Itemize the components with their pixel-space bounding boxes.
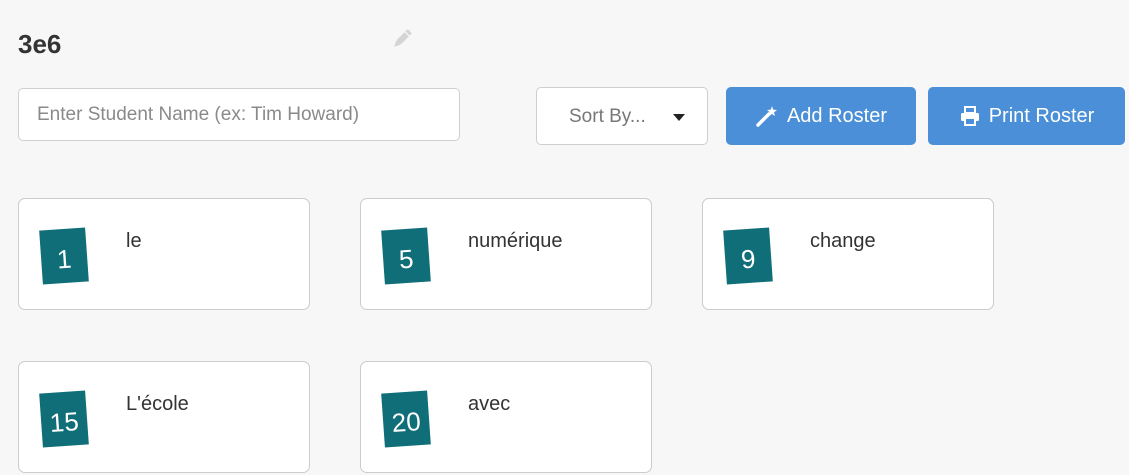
student-card[interactable]: 20 avec xyxy=(360,361,652,473)
magic-wand-icon xyxy=(755,105,779,127)
add-roster-label: Add Roster xyxy=(786,104,888,127)
student-number-badge: 9 xyxy=(723,227,773,285)
student-name: L'école xyxy=(126,393,189,415)
student-name: avec xyxy=(468,393,511,415)
student-card[interactable]: 1 le xyxy=(18,198,310,310)
sort-by-select[interactable]: Sort By... xyxy=(536,87,708,145)
sort-by-label: Sort By... xyxy=(569,106,646,127)
student-number-badge: 15 xyxy=(39,390,89,448)
roster-title: 3e6 xyxy=(18,29,62,59)
print-roster-label: Print Roster xyxy=(988,104,1095,127)
student-number-badge: 1 xyxy=(39,227,89,285)
pencil-icon[interactable] xyxy=(390,27,414,51)
student-name: change xyxy=(810,230,876,252)
student-name: numérique xyxy=(468,230,563,252)
student-number-badge: 5 xyxy=(381,227,431,285)
student-name: le xyxy=(126,230,142,252)
student-card[interactable]: 5 numérique xyxy=(360,198,652,310)
caret-down-icon xyxy=(673,114,685,121)
student-card[interactable]: 15 L'école xyxy=(18,361,310,473)
add-roster-button[interactable]: Add Roster xyxy=(726,87,916,145)
print-roster-button[interactable]: Print Roster xyxy=(928,87,1125,145)
student-card[interactable]: 9 change xyxy=(702,198,994,310)
printer-icon xyxy=(959,106,981,126)
student-name-input[interactable] xyxy=(18,88,460,141)
student-number-badge: 20 xyxy=(381,390,431,448)
